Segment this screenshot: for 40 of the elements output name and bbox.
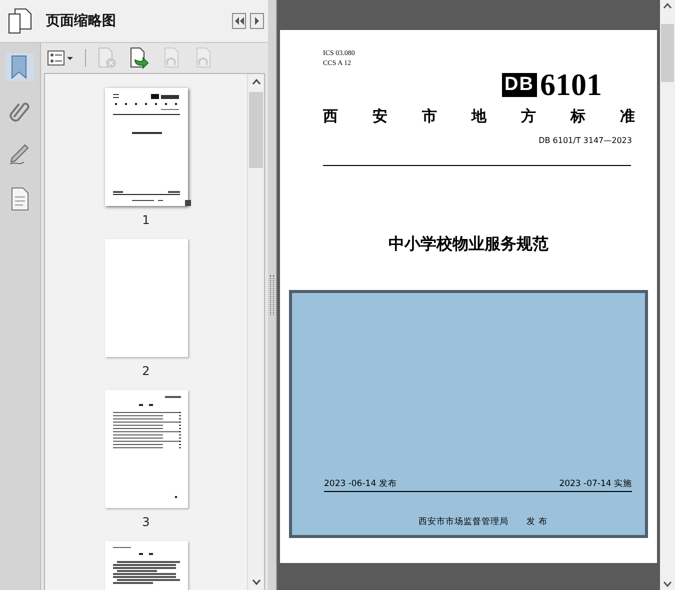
double-left-arrow-icon [234,17,244,25]
document-title: 中小学校物业服务规范 [388,234,548,255]
scroll-up-icon[interactable] [663,3,672,9]
pages-icon[interactable] [8,8,32,34]
standard-code: DB 6101/T 3147—2023 [538,136,632,145]
options-button[interactable] [47,49,75,67]
scrollbar-thumb[interactable] [661,24,674,82]
page-insert-icon [128,47,150,69]
issue-label: 发 布 [526,516,548,528]
standard-type-character: 市 [422,107,437,126]
page-thumbnail[interactable] [104,88,188,206]
page-number: 3 [142,515,150,529]
standard-logo-number: 6101 [540,70,602,100]
issuer: 西安市市场监督管理局 [418,516,509,528]
scroll-down-icon[interactable] [252,579,260,585]
expand-button[interactable] [250,13,264,29]
scroll-up-icon[interactable] [252,79,260,85]
page-thumbnail[interactable] [104,390,188,508]
page-number: 2 [142,364,150,378]
standard-type-character: 方 [521,107,536,126]
scroll-down-icon[interactable] [663,581,672,587]
page-insert-button[interactable] [128,47,150,69]
options-icon [47,49,75,67]
right-arrow-icon [254,17,260,25]
issue-date: 2023 -06-14 发布 [324,478,397,490]
standard-type-character: 准 [620,107,635,126]
collapse-button[interactable] [232,13,246,29]
standard-logo-mark: DB [502,73,537,97]
page-delete-icon [96,47,118,69]
panel-title: 页面缩略图 [46,12,117,30]
scrollbar-thumb[interactable] [249,92,263,168]
bookmark-tab[interactable] [6,53,34,81]
effective-date: 2023 -07-14 实施 [559,478,632,490]
page-thumbnail[interactable] [104,239,188,357]
standard-type-character: 标 [570,107,586,126]
standard-type-character: 地 [472,107,486,126]
standard-type-character: 安 [372,107,388,126]
standard-type-character: 西 [323,107,338,126]
page-icon [10,187,30,211]
page-number: 1 [142,213,150,227]
